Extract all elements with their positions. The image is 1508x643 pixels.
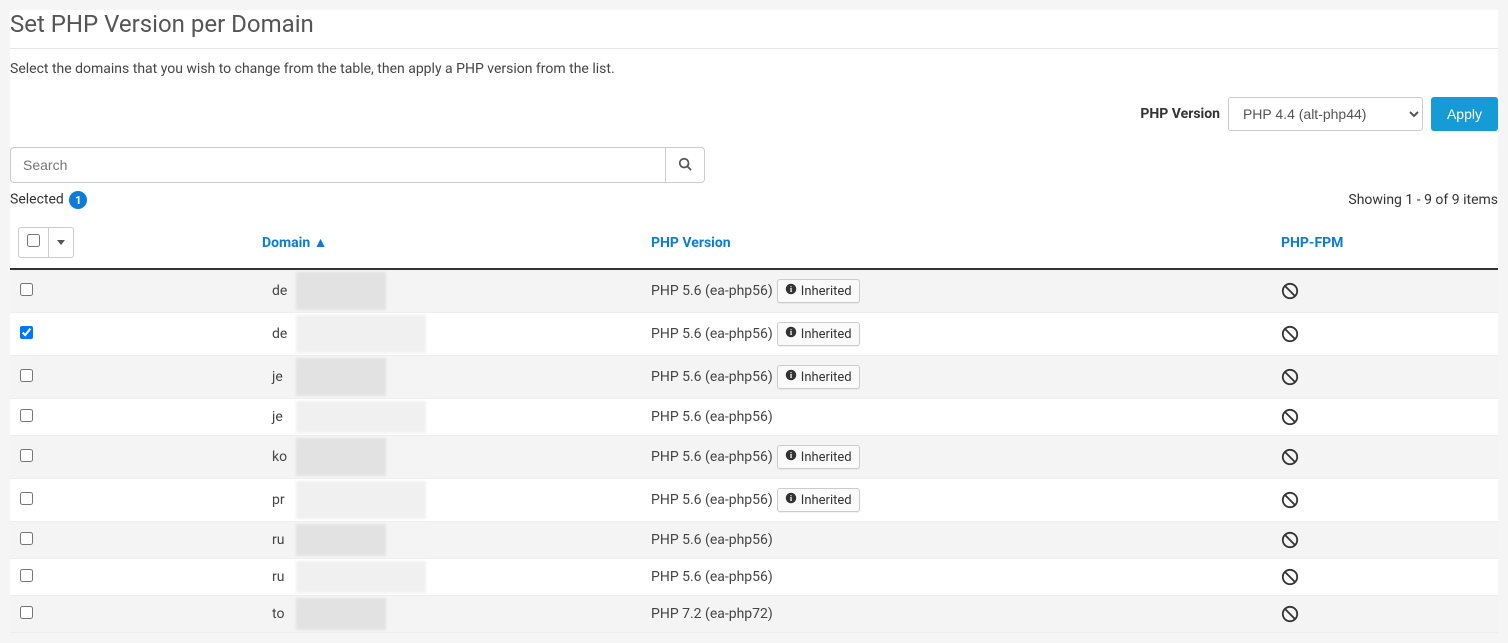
selected-count-badge: 1	[69, 191, 87, 209]
inherited-badge: iInherited	[777, 322, 860, 346]
redacted-region	[296, 598, 386, 630]
row-checkbox[interactable]	[20, 409, 33, 422]
disabled-icon	[1281, 282, 1490, 300]
domain-cell: pr	[82, 479, 643, 522]
redacted-region	[296, 438, 386, 476]
info-icon: i	[785, 369, 797, 385]
row-checkbox[interactable]	[20, 449, 33, 462]
disabled-icon	[1281, 325, 1490, 343]
column-header-fpm[interactable]: PHP-FPM	[1273, 217, 1498, 269]
php-fpm-cell	[1273, 522, 1498, 559]
apply-button[interactable]: Apply	[1431, 97, 1498, 131]
showing-range: 1 - 9 of 9 items	[1405, 192, 1498, 208]
redacted-region	[296, 561, 426, 593]
php-fpm-cell	[1273, 479, 1498, 522]
row-checkbox[interactable]	[20, 369, 33, 382]
table-row: jePHP 5.6 (ea-php56)	[10, 399, 1498, 436]
search-icon	[678, 157, 692, 174]
redacted-region	[296, 272, 386, 310]
php-fpm-cell	[1273, 356, 1498, 399]
info-icon: i	[785, 492, 797, 508]
select-menu-toggle[interactable]	[49, 228, 73, 257]
info-icon: i	[785, 326, 797, 342]
domain-cell: de	[82, 269, 643, 313]
domain-cell: je	[82, 356, 643, 399]
row-checkbox[interactable]	[20, 492, 33, 505]
disabled-icon	[1281, 531, 1490, 549]
php-version-cell: PHP 5.6 (ea-php56)iInherited	[643, 479, 1273, 522]
redacted-region	[296, 358, 386, 396]
row-checkbox[interactable]	[20, 569, 33, 582]
php-fpm-cell	[1273, 399, 1498, 436]
info-icon: i	[785, 283, 797, 299]
chevron-down-icon	[57, 240, 65, 245]
table-row: dePHP 5.6 (ea-php56)iInherited	[10, 313, 1498, 356]
table-row: dePHP 5.6 (ea-php56)iInherited	[10, 269, 1498, 313]
inherited-badge: iInherited	[777, 365, 860, 389]
table-row: toPHP 7.2 (ea-php72)	[10, 596, 1498, 633]
table-row: koPHP 5.6 (ea-php56)iInherited	[10, 436, 1498, 479]
selected-label: Selected	[10, 192, 64, 208]
php-version-cell: PHP 7.2 (ea-php72)	[643, 596, 1273, 633]
domain-cell: ru	[82, 559, 643, 596]
redacted-region	[296, 524, 386, 556]
row-checkbox[interactable]	[20, 606, 33, 619]
php-fpm-cell	[1273, 596, 1498, 633]
php-version-cell: PHP 5.6 (ea-php56)	[643, 522, 1273, 559]
domain-cell: ru	[82, 522, 643, 559]
redacted-region	[296, 481, 426, 519]
redacted-region	[296, 401, 426, 433]
table-row: prPHP 5.6 (ea-php56)iInherited	[10, 479, 1498, 522]
domain-cell: de	[82, 313, 643, 356]
disabled-icon	[1281, 448, 1490, 466]
search-input[interactable]	[10, 147, 665, 183]
info-icon: i	[785, 449, 797, 465]
column-header-domain[interactable]: Domain ▲	[82, 217, 643, 269]
php-version-cell: PHP 5.6 (ea-php56)	[643, 559, 1273, 596]
disabled-icon	[1281, 368, 1490, 386]
php-version-cell: PHP 5.6 (ea-php56)iInherited	[643, 436, 1273, 479]
row-checkbox[interactable]	[20, 326, 33, 339]
php-fpm-cell	[1273, 269, 1498, 313]
domain-cell: to	[82, 596, 643, 633]
column-header-php[interactable]: PHP Version	[643, 217, 1273, 269]
disabled-icon	[1281, 568, 1490, 586]
php-fpm-cell	[1273, 559, 1498, 596]
select-all-checkbox[interactable]	[27, 234, 40, 247]
php-fpm-cell	[1273, 436, 1498, 479]
inherited-badge: iInherited	[777, 488, 860, 512]
domain-cell: ko	[82, 436, 643, 479]
disabled-icon	[1281, 491, 1490, 509]
table-row: ruPHP 5.6 (ea-php56)	[10, 559, 1498, 596]
showing-prefix: Showing	[1348, 192, 1405, 208]
search-button[interactable]	[665, 147, 705, 183]
php-version-cell: PHP 5.6 (ea-php56)iInherited	[643, 269, 1273, 313]
php-version-cell: PHP 5.6 (ea-php56)	[643, 399, 1273, 436]
row-checkbox[interactable]	[20, 283, 33, 296]
php-version-label: PHP Version	[1140, 106, 1220, 122]
disabled-icon	[1281, 408, 1490, 426]
php-fpm-cell	[1273, 313, 1498, 356]
table-row: ruPHP 5.6 (ea-php56)	[10, 522, 1498, 559]
php-version-cell: PHP 5.6 (ea-php56)iInherited	[643, 313, 1273, 356]
page-title: Set PHP Version per Domain	[10, 10, 1498, 49]
php-version-cell: PHP 5.6 (ea-php56)iInherited	[643, 356, 1273, 399]
disabled-icon	[1281, 605, 1490, 623]
page-description: Select the domains that you wish to chan…	[10, 61, 1498, 77]
inherited-badge: iInherited	[777, 445, 860, 469]
table-row: jePHP 5.6 (ea-php56)iInherited	[10, 356, 1498, 399]
domain-cell: je	[82, 399, 643, 436]
row-checkbox[interactable]	[20, 532, 33, 545]
php-version-select[interactable]: PHP 4.4 (alt-php44)	[1228, 97, 1423, 131]
redacted-region	[296, 315, 426, 353]
inherited-badge: iInherited	[777, 279, 860, 303]
